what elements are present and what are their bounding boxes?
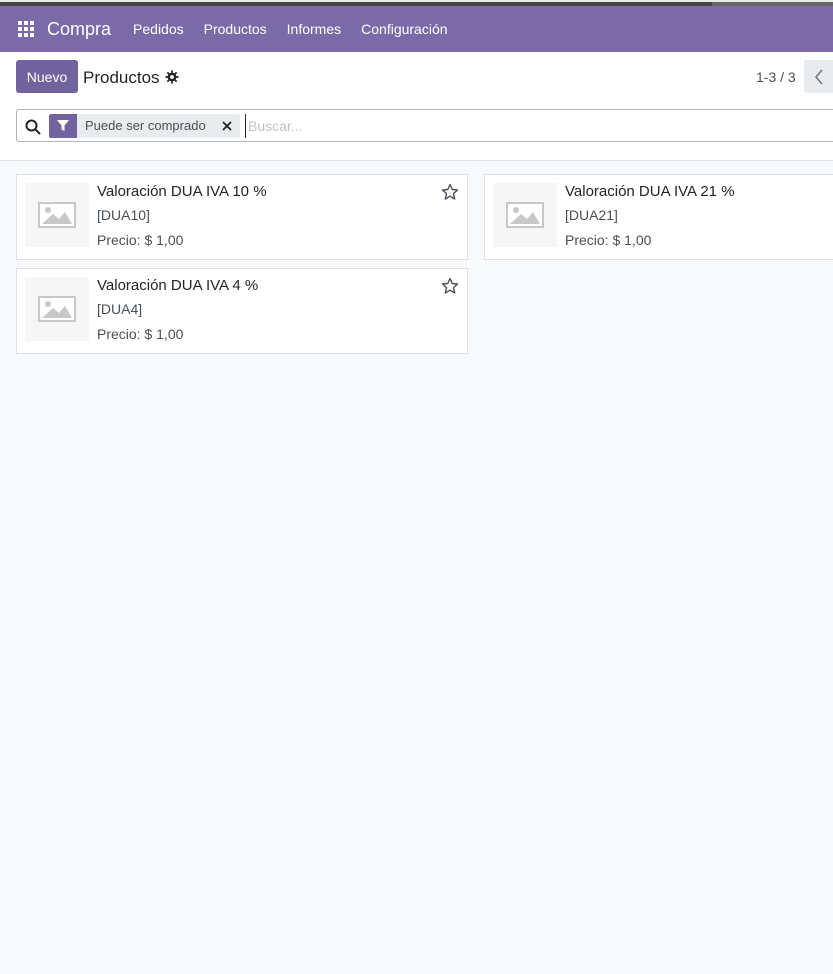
pager-previous-button[interactable] (804, 60, 833, 93)
chevron-left-icon (815, 69, 823, 84)
product-name: Valoración DUA IVA 10 % (97, 183, 267, 200)
image-placeholder-icon (506, 202, 544, 228)
star-icon[interactable] (441, 277, 459, 295)
product-code: [DUA4] (97, 301, 143, 317)
star-icon[interactable] (441, 183, 459, 201)
apps-grid-icon (18, 21, 34, 37)
new-button[interactable]: Nuevo (16, 60, 78, 93)
main-navbar: Compra Pedidos Productos Informes Config… (0, 6, 833, 52)
menu-item-pedidos[interactable]: Pedidos (123, 6, 194, 52)
gear-icon[interactable] (165, 70, 179, 84)
product-card[interactable]: Valoración DUA IVA 10 % [DUA10] Precio: … (16, 174, 468, 260)
product-name: Valoración DUA IVA 4 % (97, 277, 259, 294)
product-card[interactable]: Valoración DUA IVA 4 % [DUA4] Precio: $ … (16, 268, 468, 354)
close-icon[interactable] (214, 114, 240, 138)
product-price: Precio: $ 1,00 (97, 326, 184, 342)
filter-facet: Puede ser comprado (49, 114, 240, 138)
pager-value[interactable]: 1-3 / 3 (756, 69, 796, 85)
facet-label: Puede ser comprado (85, 118, 206, 133)
menu-item-informes[interactable]: Informes (277, 6, 351, 52)
image-placeholder-icon (38, 202, 76, 228)
product-price: Precio: $ 1,00 (97, 232, 184, 248)
app-brand[interactable]: Compra (47, 19, 111, 40)
search-icon[interactable] (25, 119, 41, 135)
product-code: [DUA21] (565, 207, 618, 223)
product-image (25, 183, 89, 247)
product-image (25, 277, 89, 341)
product-price: Precio: $ 1,00 (565, 232, 652, 248)
product-name: Valoración DUA IVA 21 % (565, 183, 735, 200)
page-title: Productos (83, 68, 160, 87)
product-card[interactable]: Valoración DUA IVA 21 % [DUA21] Precio: … (484, 174, 833, 260)
search-input[interactable] (245, 114, 808, 138)
search-bar[interactable]: Puede ser comprado (16, 109, 833, 142)
filter-icon (49, 114, 77, 138)
product-code: [DUA10] (97, 207, 150, 223)
product-image (493, 183, 557, 247)
menu-item-productos[interactable]: Productos (194, 6, 277, 52)
image-placeholder-icon (38, 296, 76, 322)
apps-menu-button[interactable] (0, 6, 52, 52)
menu-item-configuracion[interactable]: Configuración (351, 6, 457, 52)
control-panel: Nuevo Productos 1-3 / 3 Puede ser compra… (0, 52, 833, 161)
